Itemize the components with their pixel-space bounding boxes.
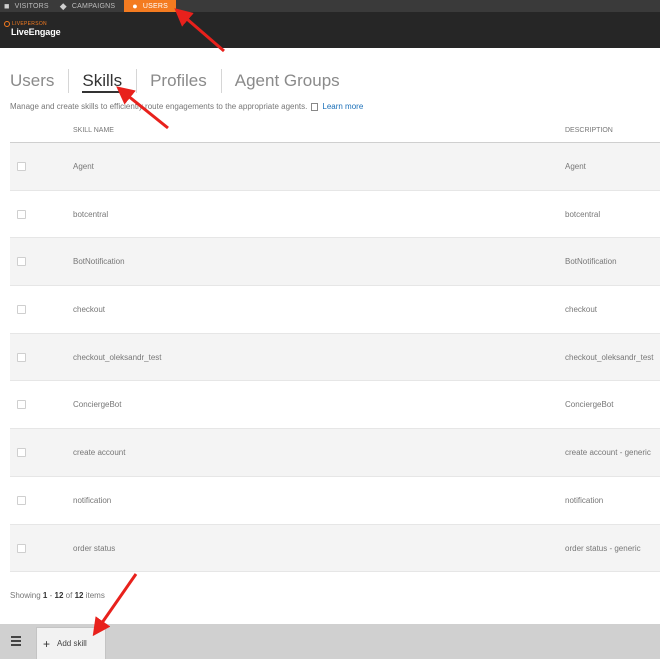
skill-description: order status - generic	[565, 543, 641, 553]
row-checkbox[interactable]	[17, 352, 26, 362]
row-checkbox[interactable]	[17, 543, 26, 553]
skill-name: notification	[73, 495, 112, 505]
brand-logo: LIVEPERSON LiveEngage	[4, 21, 61, 37]
description-text: Manage and create skills to efficiently …	[10, 102, 308, 111]
skill-name: ConciergeBot	[73, 400, 122, 410]
brand-bar: LIVEPERSON LiveEngage	[0, 12, 660, 48]
table-row[interactable]: notification notification	[10, 477, 660, 525]
bottom-toolbar: + Add skill	[0, 624, 660, 659]
skill-name: BotNotification	[73, 257, 125, 267]
skill-name: checkout	[73, 305, 106, 315]
top-navigation: ■ VISITORS ◆ CAMPAIGNS ● USERS	[0, 0, 660, 12]
nav-campaigns-label: CAMPAIGNS	[71, 2, 116, 10]
skill-description: BotNotification	[565, 257, 617, 267]
tab-agent-groups-label: Agent Groups	[234, 71, 340, 90]
skill-name: order status	[73, 543, 116, 553]
chat-bubble-icon: ■	[4, 1, 10, 11]
table-row[interactable]: botcentral botcentral	[10, 191, 660, 239]
plus-icon: +	[43, 636, 51, 651]
table-row[interactable]: create account create account - generic	[10, 429, 660, 477]
skill-description: create account - generic	[565, 448, 651, 458]
annotation-arrow-add-skill	[92, 573, 138, 637]
nav-visitors[interactable]: ■ VISITORS	[0, 0, 56, 12]
total-count: 12	[74, 591, 84, 600]
brand-name: LiveEngage	[11, 27, 61, 37]
table-row[interactable]: checkout_oleksandr_test checkout_oleksan…	[10, 333, 660, 382]
learn-more-link[interactable]: Learn more	[322, 102, 363, 111]
skill-name: checkout_oleksandr_test	[73, 352, 162, 362]
row-checkbox[interactable]	[17, 495, 26, 505]
row-checkbox[interactable]	[17, 305, 26, 315]
skill-name: Agent	[73, 162, 94, 171]
table-row[interactable]: BotNotification BotNotification	[10, 238, 660, 287]
nav-campaigns[interactable]: ◆ CAMPAIGNS	[56, 0, 122, 12]
table-row[interactable]: ConciergeBot ConciergeBot	[10, 381, 660, 430]
row-checkbox[interactable]	[17, 162, 26, 171]
user-icon: ●	[132, 1, 138, 11]
row-checkbox[interactable]	[17, 209, 26, 219]
pagination-summary: Showing 1 - 12 of 12 items	[10, 591, 105, 600]
tab-agent-groups[interactable]: Agent Groups	[220, 68, 354, 94]
skill-description: checkout	[565, 305, 598, 315]
range-to: 12	[54, 591, 64, 600]
page-description: Manage and create skills to efficiently …	[10, 102, 363, 111]
tab-users[interactable]: Users	[10, 68, 68, 94]
row-checkbox[interactable]	[17, 400, 26, 410]
add-skill-button[interactable]: + Add skill	[36, 627, 106, 659]
skill-name: botcentral	[73, 209, 109, 219]
skill-description: checkout_oleksandr_test	[565, 352, 654, 362]
add-skill-label: Add skill	[57, 639, 87, 648]
table-header: SKILL NAME DESCRIPTION	[10, 124, 660, 143]
hamburger-menu-icon[interactable]	[11, 636, 21, 648]
skill-name: create account	[73, 448, 126, 458]
tab-profiles[interactable]: Profiles	[136, 68, 221, 94]
section-tabs: Users Skills Profiles Agent Groups	[10, 68, 354, 94]
skill-description: ConciergeBot	[565, 400, 614, 410]
liveperson-logo-icon	[4, 21, 10, 27]
tab-skills[interactable]: Skills	[68, 68, 136, 94]
skill-description: Agent	[565, 162, 586, 171]
tab-users-label: Users	[10, 71, 55, 90]
nav-visitors-label: VISITORS	[14, 2, 49, 10]
tab-profiles-label: Profiles	[150, 71, 207, 90]
column-header-description[interactable]: DESCRIPTION	[565, 127, 613, 134]
tag-icon: ◆	[59, 1, 67, 11]
table-row[interactable]: Agent Agent	[10, 143, 660, 191]
tab-skills-label: Skills	[82, 71, 123, 93]
row-checkbox[interactable]	[17, 448, 26, 458]
skills-table: Agent Agent botcentral botcentral BotNot…	[10, 143, 660, 573]
table-row[interactable]: checkout checkout	[10, 286, 660, 334]
skill-description: botcentral	[565, 209, 601, 219]
skill-description: notification	[565, 495, 604, 505]
nav-users-label: USERS	[142, 2, 168, 10]
nav-users[interactable]: ● USERS	[124, 0, 176, 12]
range-from: 1	[42, 591, 48, 600]
table-row[interactable]: order status order status - generic	[10, 524, 660, 573]
column-header-skill-name[interactable]: SKILL NAME	[73, 127, 114, 134]
book-icon	[311, 102, 319, 111]
row-checkbox[interactable]	[17, 257, 26, 267]
